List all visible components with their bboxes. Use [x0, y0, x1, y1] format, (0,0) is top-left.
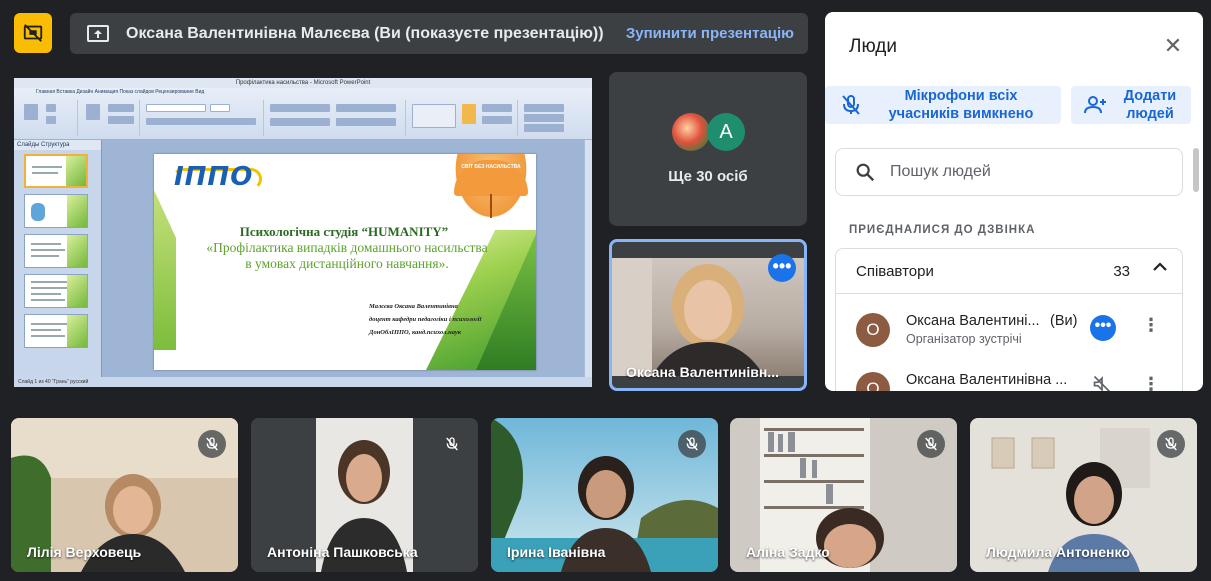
more-participants-label: Ще 30 осіб — [668, 168, 748, 185]
ppt-pane-tabs: Слайды Структура — [14, 140, 101, 150]
search-input[interactable] — [890, 163, 1150, 181]
participant-name: Аліна Задко — [746, 544, 830, 560]
participant-name: Ірина Іванівна — [507, 544, 606, 560]
participant-tile[interactable]: Лілія Верховець — [11, 418, 238, 572]
mic-off-icon — [842, 95, 860, 115]
slide-thumbnail[interactable] — [24, 274, 88, 308]
ribbon-group-paragraph — [266, 100, 406, 136]
slide-thumbnail[interactable] — [24, 154, 88, 188]
participant-row[interactable]: О Оксана Валентинівна ... ⋮ — [836, 366, 1182, 391]
self-video-tile[interactable]: ••• Оксана Валентинівн... — [609, 239, 807, 391]
kebab-menu-icon[interactable]: ⋮ — [1142, 315, 1160, 336]
mic-off-icon — [438, 430, 466, 458]
slide-thumbnail[interactable] — [24, 314, 88, 348]
ppt-status-bar: Слайд 1 из 40 "Грань" русский — [14, 377, 592, 387]
ribbon-group-clipboard — [18, 100, 78, 136]
self-tile-name: Оксана Валентинівн... — [626, 364, 779, 380]
slide-thumbnail[interactable] — [24, 194, 88, 228]
author-line: доцент кафедри педагогіки і психології — [369, 316, 482, 323]
more-participants-tile[interactable]: A Ще 30 осіб — [609, 72, 807, 226]
close-icon[interactable]: ✕ — [1159, 32, 1187, 60]
participant-row[interactable]: О Оксана Валентині... (Ви) Організатор з… — [836, 307, 1182, 357]
participant-tile[interactable]: Аліна Задко — [730, 418, 957, 572]
author-line: ДонОблІППО, канд.психол.наук — [369, 329, 462, 336]
add-person-icon — [1084, 96, 1106, 114]
chevron-up-icon[interactable] — [1152, 259, 1168, 280]
mic-off-icon — [1092, 374, 1112, 391]
mute-all-label: Мікрофони всіх учасників вимкнено — [888, 88, 1034, 122]
participant-tile[interactable]: Людмила Антоненко — [970, 418, 1197, 572]
participant-avatar — [672, 113, 710, 151]
author-line: Малєєва Оксана Валентинівна — [369, 303, 458, 310]
ribbon-group-editing — [520, 100, 586, 136]
participant-avatar: A — [707, 113, 745, 151]
umbrella-text: СВІТ БЕЗ НАСИЛЬСТВА — [461, 164, 521, 170]
presenting-banner: Оксана Валентинівна Малєєва (Ви (показує… — [70, 13, 808, 54]
present-off-icon — [23, 24, 43, 42]
shared-screen: Профілактика насильства - Microsoft Powe… — [14, 78, 592, 387]
group-count: 33 — [1113, 263, 1130, 280]
slide-subtitle: «Профілактика випадків домашнього насиль… — [206, 240, 488, 271]
people-panel: Люди ✕ Мікрофони всіх учасників вимкнено… — [825, 12, 1203, 391]
mic-off-icon — [198, 430, 226, 458]
stop-presenting-icon-button[interactable] — [14, 13, 52, 53]
kebab-menu-icon[interactable]: ⋮ — [1142, 374, 1160, 391]
participant-name: Оксана Валентинівна ... — [906, 372, 1068, 388]
ppt-slides-pane: Слайды Структура — [14, 140, 102, 377]
ribbon-group-font — [142, 100, 264, 136]
participants-group: Співавтори 33 О Оксана Валентині... (Ви)… — [835, 248, 1183, 391]
participant-name: Лілія Верховець — [27, 544, 142, 560]
panel-scrollbar[interactable] — [1193, 148, 1199, 192]
slide-author: Малєєва Оксана Валентинівна доцент кафед… — [369, 300, 536, 339]
participant-name: Антоніна Пашковська — [267, 544, 418, 560]
add-people-button[interactable]: Додати людей — [1071, 86, 1191, 124]
ppt-scrollbar[interactable] — [584, 140, 592, 377]
panel-title: Люди — [849, 36, 898, 57]
avatar: О — [856, 372, 890, 391]
participant-tile[interactable]: Антоніна Пашковська — [251, 418, 478, 572]
participant-role: Організатор зустрічі — [906, 332, 1022, 346]
mic-off-icon — [1157, 430, 1185, 458]
group-name: Співавтори — [856, 263, 934, 280]
current-slide: ІППО СВІТ БЕЗ НАСИЛЬСТВА Психологічна ст… — [154, 154, 536, 370]
participant-name: Людмила Антоненко — [986, 544, 1130, 560]
mic-off-icon — [917, 430, 945, 458]
you-label: (Ви) — [1050, 313, 1078, 329]
slide-thumbnail[interactable] — [24, 234, 88, 268]
ippo-logo: ІППО — [174, 162, 254, 192]
ribbon-group-slides — [80, 100, 140, 136]
more-options-button[interactable]: ••• — [1090, 315, 1116, 341]
mic-off-icon — [678, 430, 706, 458]
ppt-workspace: Слайды Структура ІППО СВІТ БЕЗ НАСИЛЬСТВ… — [14, 140, 592, 377]
mute-all-button[interactable]: Мікрофони всіх учасників вимкнено — [825, 86, 1061, 124]
stop-presenting-button[interactable]: Зупинити презентацію — [626, 25, 794, 42]
ribbon-group-drawing — [408, 100, 518, 136]
avatar: О — [856, 313, 890, 347]
ppt-ribbon-tabs: Главная Вставка Дизайн Анимация Показ сл… — [36, 89, 205, 95]
section-title: ПРИЄДНАЛИСЯ ДО ДЗВІНКА — [849, 224, 1036, 236]
slide-heading: Психологічна студія “HUMANITY” — [239, 224, 449, 239]
add-people-label: Додати людей — [1123, 88, 1177, 122]
ppt-ribbon: Главная Вставка Дизайн Анимация Показ сл… — [14, 88, 592, 140]
search-icon — [856, 163, 875, 182]
search-field[interactable] — [835, 148, 1183, 196]
presenter-text: Оксана Валентинівна Малєєва (Ви (показує… — [126, 24, 604, 42]
ppt-window-title: Профілактика насильства - Microsoft Powe… — [14, 78, 592, 88]
participant-tile[interactable]: Ірина Іванівна — [491, 418, 718, 572]
participant-name: Оксана Валентині... — [906, 313, 1040, 329]
present-screen-icon — [87, 24, 109, 42]
more-options-button[interactable]: ••• — [768, 254, 796, 282]
